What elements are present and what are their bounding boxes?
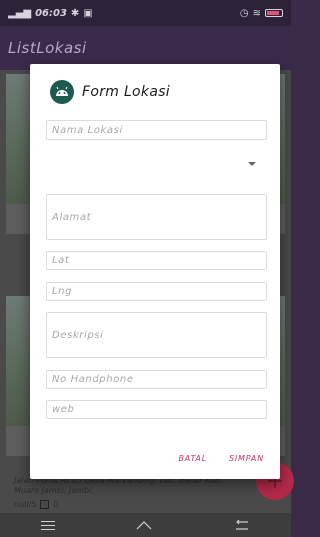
dialog-title: Form Lokasi [82, 84, 170, 100]
deskripsi-placeholder: Deskripsi [52, 329, 104, 341]
no-handphone-input[interactable]: No Handphone [46, 370, 267, 389]
status-right: ◷ ≋ [240, 8, 283, 19]
signal-icon: ▂▄▆ [8, 7, 32, 19]
status-left: ▂▄▆ 06:03 ✱ ▣ [8, 8, 93, 19]
checkbox-icon[interactable] [40, 500, 50, 509]
nama-lokasi-placeholder: Nama Lokasi [52, 124, 123, 136]
lat-input[interactable]: Lat [46, 251, 267, 270]
back-icon[interactable] [234, 520, 250, 530]
cancel-button[interactable]: BATAL [179, 454, 207, 463]
save-button[interactable]: SIMPAN [229, 454, 264, 463]
image-icon: ▣ [83, 7, 93, 19]
home-icon[interactable] [136, 520, 152, 530]
lng-input[interactable]: Lng [46, 282, 267, 301]
status-bar: ▂▄▆ 06:03 ✱ ▣ ◷ ≋ [0, 0, 291, 26]
android-icon [50, 80, 74, 104]
lat-placeholder: Lat [52, 255, 70, 266]
form-lokasi-dialog: Form Lokasi Nama Lokasi Alamat Lat Lng D… [30, 64, 280, 479]
dialog-actions: BATAL SIMPAN [179, 454, 265, 463]
web-input[interactable]: web [46, 400, 267, 419]
alamat-input[interactable]: Alamat [46, 194, 267, 240]
dialog-header: Form Lokasi [50, 80, 170, 104]
status-time: 06:03 [35, 7, 67, 19]
lng-placeholder: Lng [52, 286, 73, 297]
alarm-icon: ◷ [239, 7, 249, 19]
app-title: ListLokasi [8, 39, 87, 57]
alamat-placeholder: Alamat [52, 211, 92, 223]
location-rating: null/5 0 [14, 500, 58, 509]
deskripsi-input[interactable]: Deskripsi [46, 312, 267, 358]
battery-icon [265, 9, 283, 17]
web-placeholder: web [52, 404, 75, 415]
menu-icon[interactable] [40, 520, 55, 530]
nama-lokasi-input[interactable]: Nama Lokasi [46, 120, 267, 140]
category-spinner[interactable] [248, 162, 256, 166]
no-handphone-placeholder: No Handphone [52, 374, 134, 385]
navigation-bar [0, 513, 291, 537]
rating-value: 0 [53, 500, 59, 509]
wifi-icon: ≋ [252, 7, 261, 19]
location-address: Jalan Poros Rt.05 Desa Markanding, Kec. … [14, 476, 223, 495]
rating-label: null/5 [14, 500, 37, 509]
bluetooth-icon: ✱ [70, 7, 80, 19]
